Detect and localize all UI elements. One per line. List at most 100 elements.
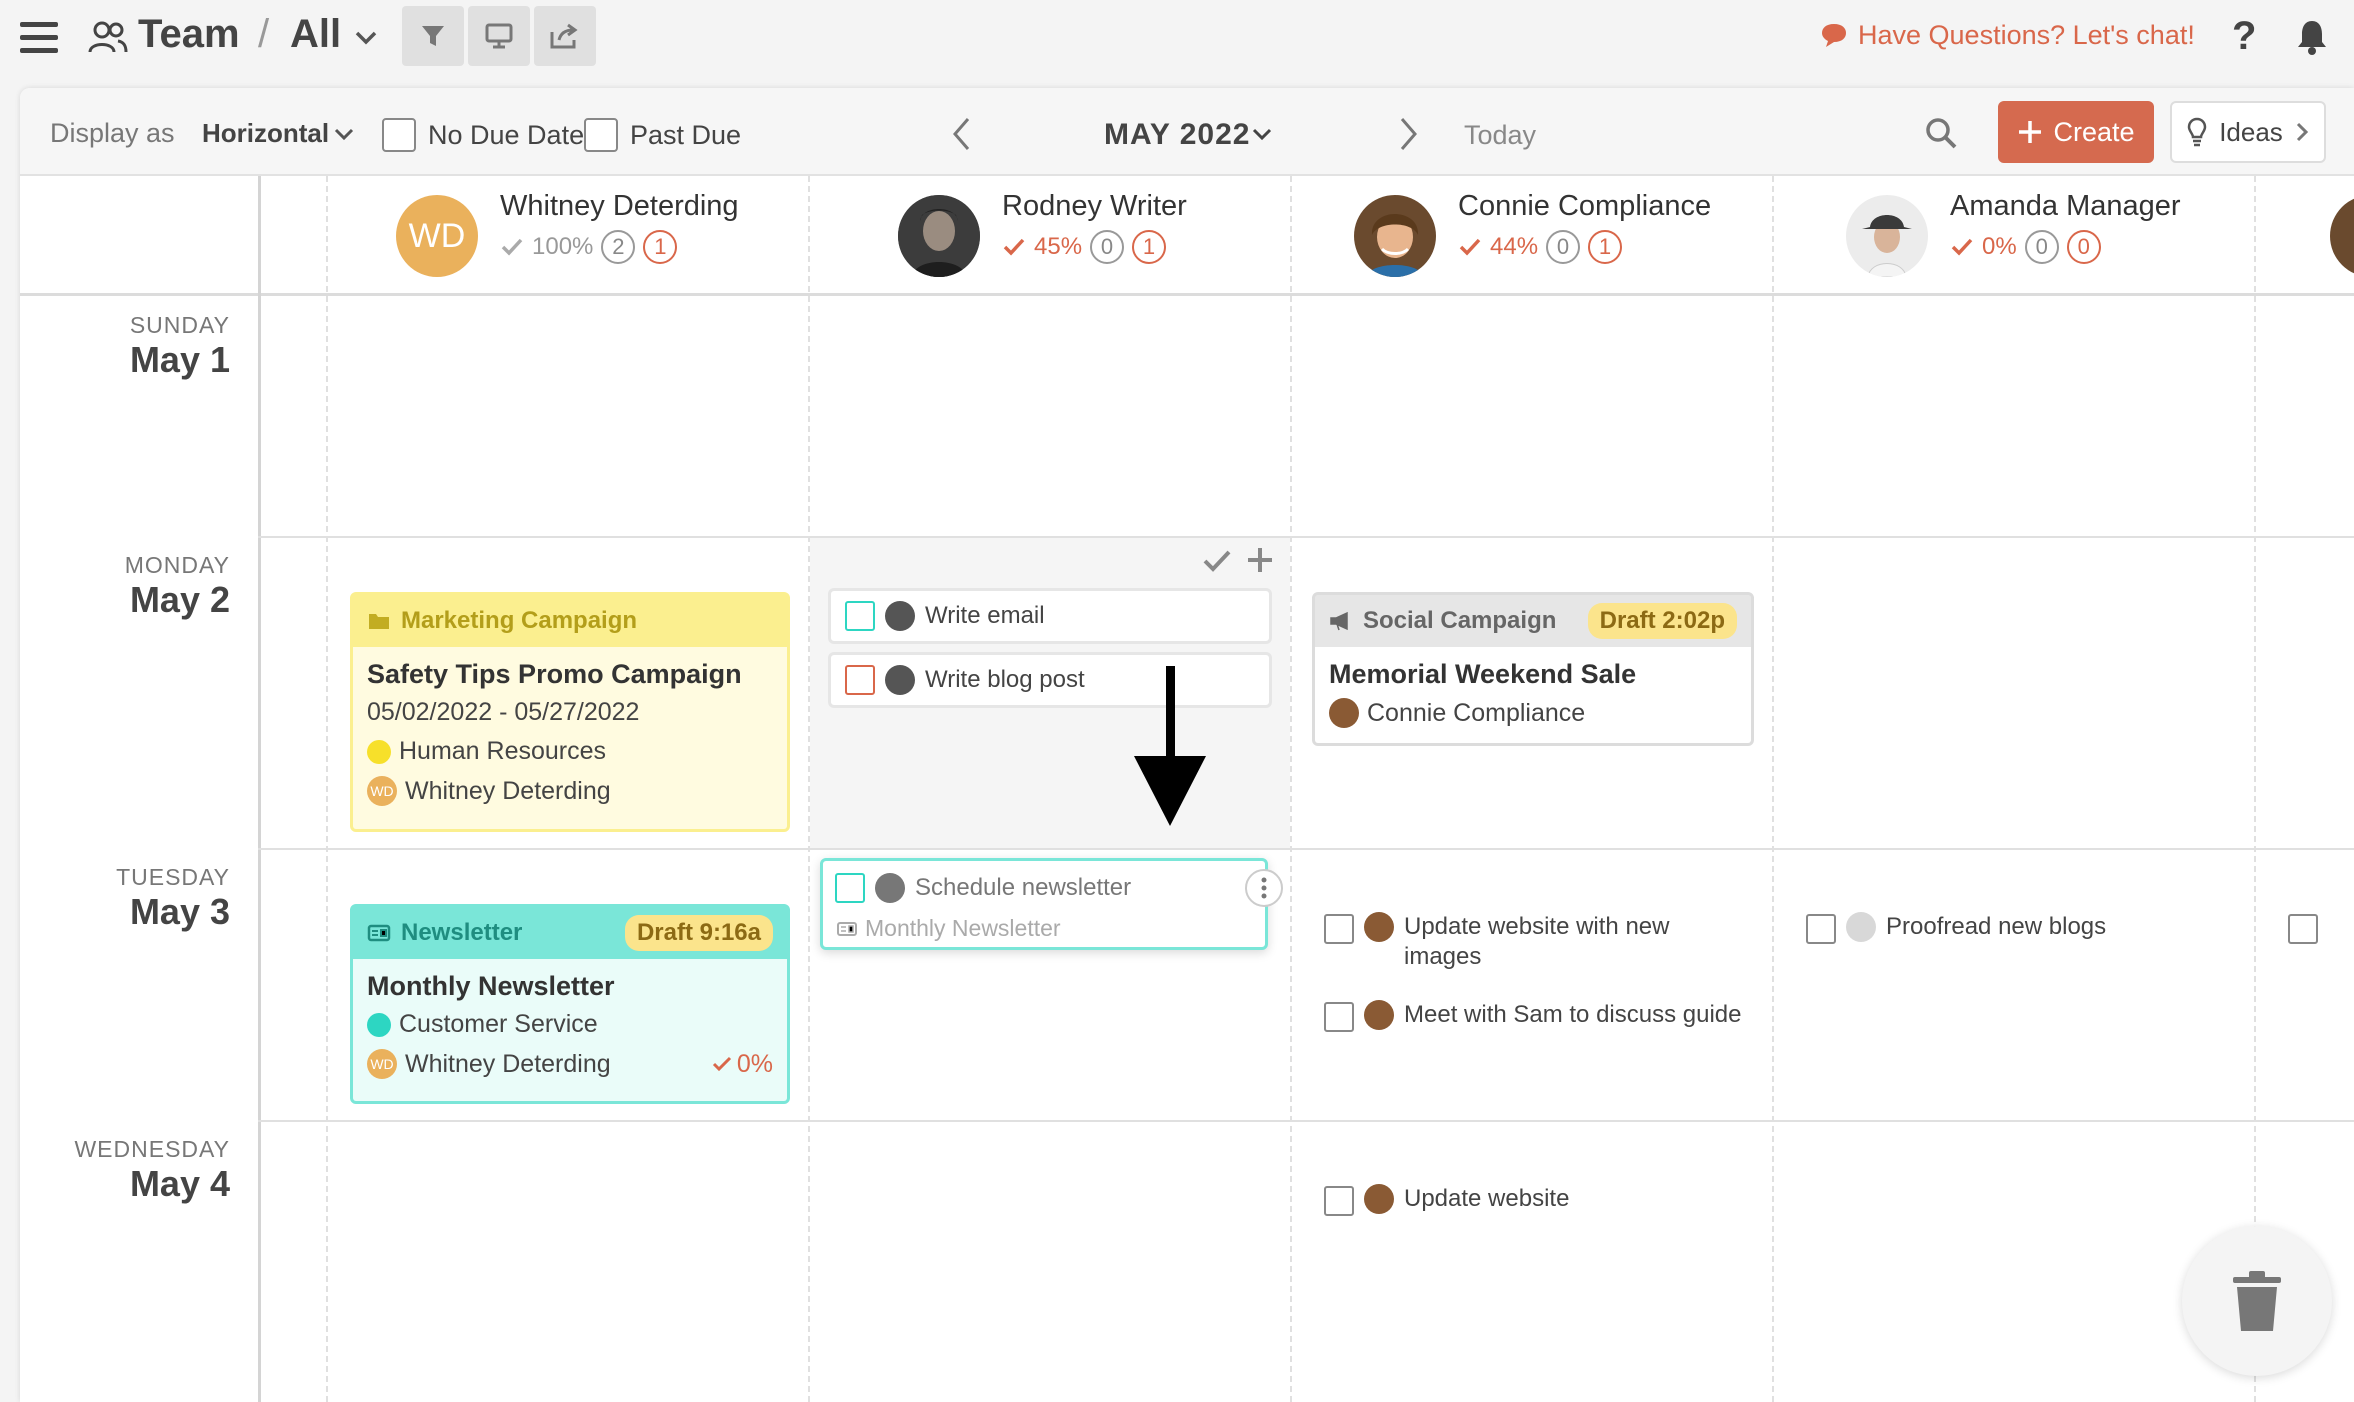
social-campaign-card[interactable]: Social Campaign Draft 2:02p Memorial Wee… [1312, 592, 1754, 746]
task-checkbox[interactable] [845, 665, 875, 695]
weekday: MONDAY [124, 552, 230, 578]
card-type: Marketing Campaign [401, 607, 638, 634]
parent-title: Monthly Newsletter [865, 915, 1061, 941]
card-team: Human Resources [367, 737, 773, 766]
owner-name: Whitney Deterding [405, 776, 611, 805]
count-badge: 0 [1090, 230, 1125, 264]
present-button[interactable] [468, 6, 530, 66]
team-color-dot [367, 1012, 391, 1037]
date: May 3 [129, 891, 230, 932]
weekday: TUESDAY [116, 864, 230, 890]
avatar[interactable] [1354, 195, 1436, 277]
chat-icon[interactable] [1820, 22, 1848, 48]
filter-icon [422, 26, 444, 46]
overdue-badge: 1 [1588, 230, 1623, 264]
overdue-badge: 1 [643, 230, 678, 264]
breadcrumb-view[interactable]: All [290, 12, 341, 57]
card-owner: WD Whitney Deterding 0% [367, 1049, 773, 1079]
avatar[interactable] [1846, 195, 1928, 277]
chevron-down-icon[interactable] [1252, 128, 1272, 142]
card-header: Newsletter Draft 9:16a [353, 907, 787, 959]
avatar-initials: WD [408, 216, 466, 255]
bell-icon[interactable] [2296, 18, 2328, 56]
search-icon[interactable] [1924, 116, 1958, 150]
check-icon[interactable] [1202, 548, 1232, 574]
avatar [1364, 912, 1394, 942]
person-photo [898, 195, 980, 277]
completion-percent: 44% [1490, 233, 1539, 260]
today-button[interactable]: Today [1464, 120, 1536, 151]
ideas-button[interactable]: Ideas [2170, 101, 2326, 163]
chevron-down-icon[interactable] [354, 30, 378, 46]
owner-name: Connie Compliance [1367, 698, 1586, 727]
create-button[interactable]: Create [1998, 101, 2154, 163]
avatar [1364, 1184, 1394, 1214]
breadcrumb-team[interactable]: Team [138, 12, 240, 57]
weekday: SUNDAY [129, 312, 230, 338]
share-button[interactable] [534, 6, 596, 66]
task-item[interactable]: Proofread new blogs [1806, 912, 2226, 944]
task-checkbox[interactable] [845, 601, 875, 631]
newsletter-icon [837, 921, 857, 936]
task-item[interactable]: Meet with Sam to discuss guide [1324, 1000, 1744, 1032]
person-name[interactable]: Rodney Writer [1002, 190, 1187, 223]
task-checkbox[interactable] [1806, 914, 1836, 944]
column-divider [326, 176, 328, 1402]
task-item[interactable]: Write email [828, 588, 1272, 644]
avatar[interactable]: WD [396, 195, 478, 277]
trash-drop-zone[interactable] [2182, 1226, 2332, 1376]
more-options-button[interactable] [1245, 869, 1283, 907]
task-title: Schedule newsletter [915, 874, 1132, 901]
share-icon [550, 23, 578, 49]
calendar-panel: Display as Horizontal No Due Date Past D… [20, 88, 2354, 1402]
no-due-date-checkbox[interactable] [382, 118, 416, 152]
filter-button[interactable] [402, 6, 464, 66]
app-root: Team / All Have Questions? Let's chat! ?… [0, 0, 2354, 1402]
top-bar: Team / All Have Questions? Let's chat! ? [0, 0, 2354, 74]
person-name[interactable]: Connie Compliance [1458, 190, 1711, 223]
task-checkbox[interactable] [1324, 1186, 1354, 1216]
task-checkbox[interactable] [1324, 1002, 1354, 1032]
chevron-down-icon[interactable] [334, 128, 354, 142]
marketing-campaign-card[interactable]: Marketing Campaign Safety Tips Promo Cam… [350, 592, 790, 832]
task-item[interactable]: Update website with new images [1324, 912, 1744, 972]
create-label: Create [2053, 116, 2135, 147]
person-photo [1354, 195, 1436, 277]
person-name[interactable]: Whitney Deterding [500, 190, 739, 223]
display-mode-select[interactable]: Horizontal [202, 118, 329, 149]
task-item[interactable] [2288, 912, 2348, 944]
avatar[interactable] [2330, 195, 2354, 277]
task-checkbox[interactable] [1324, 914, 1354, 944]
task-title: Update website with new images [1404, 913, 1670, 970]
past-due-checkbox[interactable] [584, 118, 618, 152]
newsletter-card[interactable]: Newsletter Draft 9:16a Monthly Newslette… [350, 904, 790, 1104]
avatar [875, 873, 905, 903]
display-as-label: Display as [50, 118, 175, 148]
help-icon[interactable]: ? [2232, 14, 2256, 59]
task-item[interactable]: Update website [1324, 1184, 1744, 1216]
card-title: Safety Tips Promo Campaign [367, 659, 742, 689]
prev-month-icon[interactable] [950, 116, 974, 152]
task-title: Proofread new blogs [1886, 913, 2107, 940]
team-icon [88, 21, 128, 53]
task-checkbox[interactable] [835, 873, 865, 903]
card-body: Monthly Newsletter Customer Service WD W… [353, 959, 787, 1101]
row-divider [258, 1120, 2354, 1122]
breadcrumb-separator: / [258, 12, 270, 56]
menu-icon[interactable] [20, 22, 58, 61]
check-icon [712, 1056, 731, 1072]
task-row: Schedule newsletter [835, 873, 1131, 903]
avatar[interactable] [898, 195, 980, 277]
chat-link[interactable]: Have Questions? Let's chat! [1858, 20, 2195, 51]
month-selector[interactable]: MAY 2022 [1104, 118, 1250, 152]
dragged-task-card[interactable]: Schedule newsletter Monthly Newsletter [820, 858, 1283, 950]
card-body: Safety Tips Promo Campaign 05/02/2022 - … [353, 647, 787, 829]
person-name[interactable]: Amanda Manager [1950, 190, 2181, 223]
task-checkbox[interactable] [2288, 914, 2318, 944]
task-title: Write blog post [925, 666, 1085, 693]
next-month-icon[interactable] [1396, 116, 1420, 152]
count-badge: 0 [1546, 230, 1581, 264]
day-label: SUNDAY May 1 [30, 312, 230, 381]
plus-icon[interactable] [1246, 546, 1274, 574]
overdue-badge: 0 [2066, 230, 2101, 264]
